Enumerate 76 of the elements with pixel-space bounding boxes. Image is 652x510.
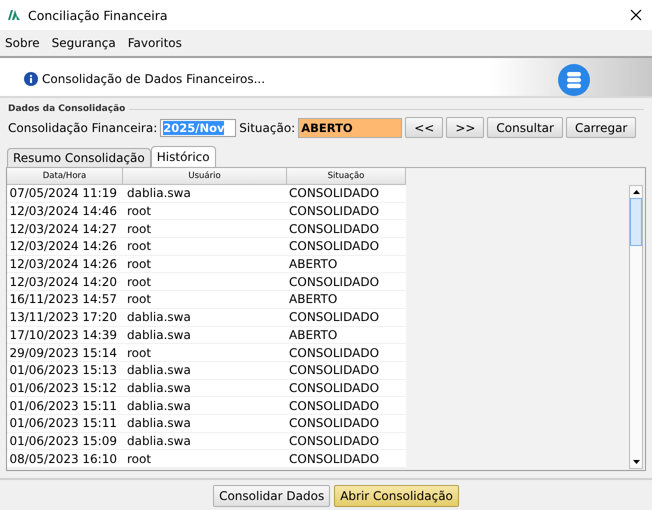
table-cell: CONSOLIDADO (287, 202, 406, 220)
table-cell: dablia.swa (123, 308, 287, 326)
table-cell: CONSOLIDADO (287, 362, 406, 380)
toolbar-button[interactable]: << (405, 117, 444, 138)
menu-item[interactable]: Segurança (50, 36, 117, 50)
table-cell: CONSOLIDADO (287, 238, 406, 256)
table-cell: 01/06/2023 15:11 (7, 414, 123, 433)
table-cell: 12/03/2024 14:26 (7, 238, 123, 256)
table-cell: 12/03/2024 14:27 (7, 220, 123, 238)
scroll-up-icon[interactable] (632, 190, 640, 194)
scrollbar[interactable] (629, 185, 643, 469)
table-cell: 17/10/2023 14:39 (7, 326, 123, 344)
table-cell: 01/06/2023 15:12 (7, 380, 123, 398)
menu-item[interactable]: Sobre (4, 36, 41, 50)
table-cell: 12/03/2024 14:46 (7, 202, 123, 220)
table-cell: CONSOLIDADO (287, 414, 406, 433)
scroll-thumb[interactable] (630, 198, 642, 246)
table-cell: dablia.swa (123, 414, 287, 433)
column-header[interactable]: Usuário (123, 168, 287, 185)
period-label: Consolidação Financeira: (8, 120, 158, 134)
column-header[interactable]: Situação (287, 168, 406, 185)
table-cell: ABERTO (287, 256, 406, 274)
table-cell: root (123, 450, 287, 468)
table-cell: root (123, 238, 287, 256)
table-cell: 01/06/2023 15:09 (7, 432, 123, 450)
scroll-down-icon[interactable] (632, 460, 640, 464)
window-title: Conciliação Financeira (28, 8, 168, 22)
info-icon (24, 72, 38, 86)
tab[interactable]: Histórico (150, 146, 216, 167)
table-cell: 12/03/2024 14:26 (7, 256, 123, 274)
table-cell: CONSOLIDADO (287, 380, 406, 398)
table-cell: ABERTO (287, 326, 406, 344)
banner-text: Consolidação de Dados Financeiros... (42, 72, 266, 86)
toolbar-button[interactable]: Carregar (566, 117, 636, 138)
table-cell: CONSOLIDADO (287, 450, 406, 468)
table-cell: 13/11/2023 17:20 (7, 308, 123, 326)
footer-button[interactable]: Consolidar Dados (213, 485, 330, 507)
table-cell: dablia.swa (123, 397, 287, 415)
column-header[interactable]: Data/Hora (7, 168, 123, 185)
table-cell: root (123, 202, 287, 220)
status-field: ABERTO (298, 118, 402, 138)
table-cell: root (123, 220, 287, 238)
table-cell: 08/05/2023 16:10 (7, 450, 123, 468)
table-cell: ABERTO (287, 291, 406, 309)
table-cell: CONSOLIDADO (287, 432, 406, 450)
table-cell: dablia.swa (123, 326, 287, 344)
table-cell: CONSOLIDADO (287, 273, 406, 292)
status-label: Situação: (239, 120, 296, 134)
table-cell: dablia.swa (123, 185, 287, 203)
table-cell: root (123, 344, 287, 362)
close-icon[interactable] (630, 9, 642, 21)
table-cell: CONSOLIDADO (287, 220, 406, 238)
table-cell: 07/05/2024 11:19 (7, 185, 123, 203)
table-cell: dablia.swa (123, 362, 287, 380)
table-cell: 01/06/2023 15:13 (7, 362, 123, 380)
table-cell: root (123, 291, 287, 309)
table-cell: dablia.swa (123, 380, 287, 398)
table-cell: CONSOLIDADO (287, 344, 406, 362)
toolbar-button[interactable]: >> (446, 117, 484, 138)
table-cell: CONSOLIDADO (287, 397, 406, 415)
table-cell: CONSOLIDADO (287, 185, 406, 203)
group-title: Dados da Consolidação (8, 104, 126, 114)
table-cell: dablia.swa (123, 432, 287, 450)
table-cell: 29/09/2023 15:14 (7, 344, 123, 362)
app-logo-icon (8, 10, 20, 20)
table-cell: root (123, 256, 287, 274)
table-cell: 01/06/2023 15:11 (7, 397, 123, 415)
menu-item[interactable]: Favoritos (126, 36, 183, 50)
tab[interactable]: Resumo Consolidação (7, 148, 151, 167)
footer-button[interactable]: Abrir Consolidação (334, 485, 459, 507)
toolbar-button[interactable]: Consultar (487, 117, 563, 138)
table-cell: CONSOLIDADO (287, 308, 406, 326)
table-cell: 12/03/2024 14:20 (7, 273, 123, 292)
table-cell: 16/11/2023 14:57 (7, 291, 123, 309)
database-icon (558, 64, 590, 96)
table-cell: root (123, 273, 287, 292)
